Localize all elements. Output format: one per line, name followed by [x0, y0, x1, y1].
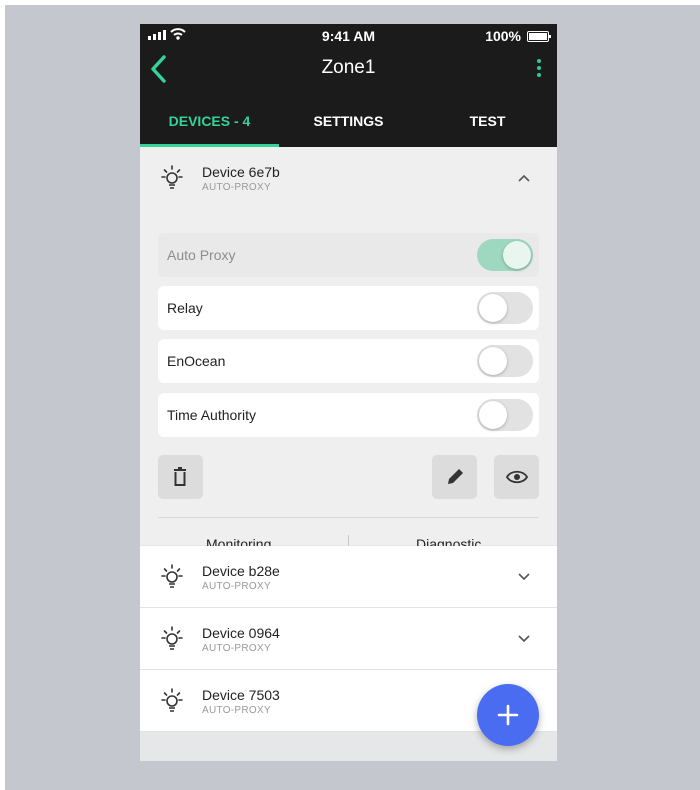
- setting-label: Relay: [167, 300, 203, 316]
- status-bar: 9:41 AM 100%: [140, 24, 557, 48]
- device-name: Device b28e: [202, 563, 280, 579]
- divider: [158, 517, 539, 518]
- bulb-icon: [161, 688, 183, 712]
- time-authority-toggle[interactable]: [477, 399, 533, 431]
- setting-row-auto-proxy: Auto Proxy: [158, 233, 539, 277]
- plus-icon: [497, 704, 519, 726]
- auto-proxy-toggle[interactable]: [477, 239, 533, 271]
- add-device-button[interactable]: [477, 684, 539, 746]
- bulb-icon: [161, 626, 183, 650]
- device-list-item[interactable]: Device 0964 AUTO-PROXY: [140, 608, 557, 670]
- battery-percent: 100%: [485, 28, 521, 44]
- setting-label: Time Authority: [167, 407, 256, 423]
- device-subtitle: AUTO-PROXY: [202, 581, 271, 592]
- delete-button[interactable]: [158, 455, 203, 499]
- bulb-icon: [161, 165, 183, 189]
- tab-devices[interactable]: DEVICES - 4: [140, 106, 279, 147]
- battery-icon: [527, 31, 551, 42]
- trash-icon: [174, 467, 186, 486]
- device-subtitle: AUTO-PROXY: [202, 182, 271, 193]
- device-subtitle: AUTO-PROXY: [202, 705, 271, 716]
- bulb-icon: [161, 564, 183, 588]
- device-name: Device 6e7b: [202, 164, 280, 180]
- pencil-icon: [448, 469, 463, 484]
- setting-row-enocean: EnOcean: [158, 339, 539, 383]
- setting-row-relay: Relay: [158, 286, 539, 330]
- tab-settings[interactable]: SETTINGS: [279, 106, 418, 147]
- app-bar: 9:41 AM 100% Zone1 DEVICES - 4 SETTINGS …: [140, 24, 557, 147]
- edit-button[interactable]: [432, 455, 477, 499]
- chevron-down-icon: [518, 635, 530, 643]
- device-list-item[interactable]: Device b28e AUTO-PROXY: [140, 546, 557, 608]
- tab-test[interactable]: TEST: [418, 106, 557, 147]
- setting-row-time-authority: Time Authority: [158, 393, 539, 437]
- chevron-up-icon: [518, 174, 530, 182]
- view-button[interactable]: [494, 455, 539, 499]
- eye-icon: [506, 470, 528, 484]
- device-name: Device 7503: [202, 687, 280, 703]
- tab-bar: DEVICES - 4 SETTINGS TEST: [140, 106, 557, 147]
- expanded-device-card: Device 6e7b AUTO-PROXY Auto Proxy Relay …: [140, 147, 557, 553]
- setting-label: EnOcean: [167, 353, 226, 369]
- device-name: Device 0964: [202, 625, 280, 641]
- device-subtitle: AUTO-PROXY: [202, 643, 271, 654]
- page-title: Zone1: [321, 57, 376, 78]
- chevron-down-icon: [518, 573, 530, 581]
- phone-screen: 9:41 AM 100% Zone1 DEVICES - 4 SETTINGS …: [140, 24, 557, 761]
- more-vertical-icon: [533, 59, 545, 77]
- setting-label: Auto Proxy: [167, 247, 236, 263]
- more-options-button[interactable]: [533, 57, 545, 81]
- enocean-toggle[interactable]: [477, 345, 533, 377]
- device-header[interactable]: Device 6e7b AUTO-PROXY: [140, 147, 557, 209]
- relay-toggle[interactable]: [477, 292, 533, 324]
